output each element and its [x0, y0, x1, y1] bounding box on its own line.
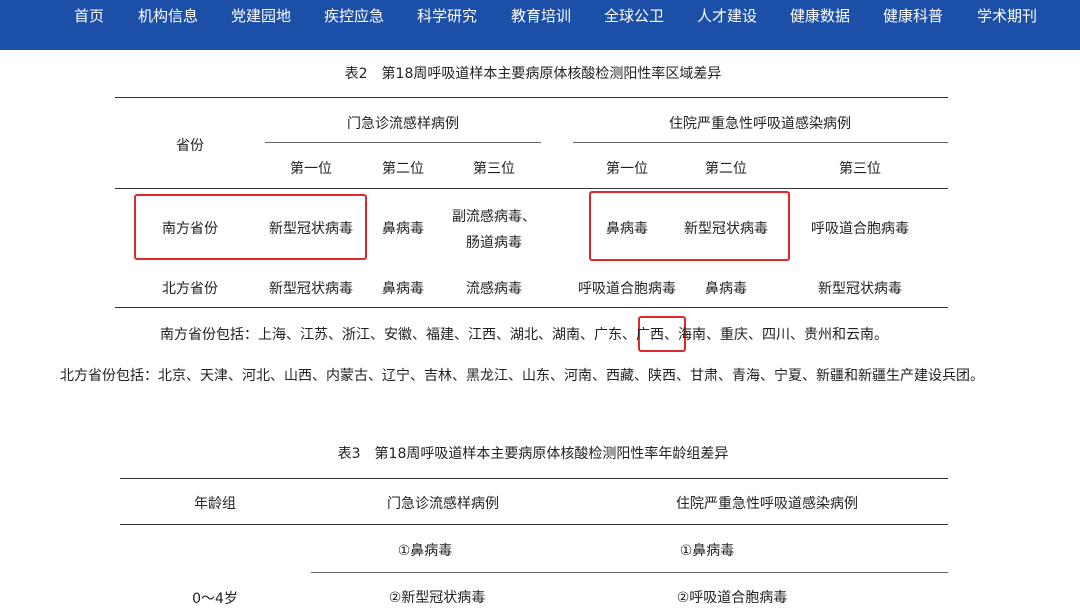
- table3-age-group: 0～4岁: [192, 591, 238, 607]
- table2-row-north-in2: 鼻病毒: [705, 281, 747, 297]
- table2-row-south-out3-line2: 肠道病毒: [466, 235, 522, 251]
- table2-out-rank1: 第一位: [290, 161, 332, 177]
- table3-subrow-rule: [311, 572, 948, 573]
- nav-item-health-science[interactable]: 健康科普: [883, 5, 943, 26]
- nav-item-health-data[interactable]: 健康数据: [790, 5, 850, 26]
- table3-out-row1: ①鼻病毒: [397, 543, 453, 559]
- table3-in-row1: ①鼻病毒: [679, 543, 735, 559]
- table2-header-inpatient: 住院严重急性呼吸道感染病例: [669, 116, 851, 132]
- table2-row-south-out2: 鼻病毒: [382, 221, 424, 237]
- highlight-box-south-inpatient: [589, 191, 790, 261]
- table2-row-north-out1: 新型冠状病毒: [269, 281, 353, 297]
- table2-out-rank2: 第二位: [382, 161, 424, 177]
- table2-in-rank1: 第一位: [606, 161, 648, 177]
- table3-header-age: 年龄组: [194, 496, 236, 512]
- nav-item-party[interactable]: 党建园地: [231, 5, 291, 26]
- nav-item-talent[interactable]: 人才建设: [697, 5, 757, 26]
- table2-top-rule: [115, 97, 948, 98]
- table2-out-rank3: 第三位: [473, 161, 515, 177]
- table2-row-north-in3: 新型冠状病毒: [818, 281, 902, 297]
- table2-header-rule: [115, 188, 948, 189]
- highlight-box-south-outpatient: [134, 194, 367, 260]
- table2-caption: 表2 第18周呼吸道样本主要病原体核酸检测阳性率区域差异: [344, 66, 722, 82]
- table2-row-south-in3: 呼吸道合胞病毒: [811, 221, 909, 237]
- nav-item-global-health[interactable]: 全球公卫: [604, 5, 664, 26]
- table3-header-outpatient: 门急诊流感样病例: [387, 496, 499, 512]
- table2-in-rank2: 第二位: [705, 161, 747, 177]
- table3-in-row2: ②呼吸道合胞病毒: [676, 590, 788, 606]
- nav-item-emergency[interactable]: 疾控应急: [324, 5, 384, 26]
- table2-row-south-out3-line1: 副流感病毒、: [452, 209, 536, 225]
- south-note-suffix: 、海南、重庆、四川、贵州和云南。: [664, 327, 888, 343]
- table2-row-north-region: 北方省份: [162, 281, 218, 297]
- nav-item-journals[interactable]: 学术期刊: [977, 5, 1037, 26]
- table3-top-rule: [120, 478, 948, 479]
- table2-header-outpatient: 门急诊流感样病例: [347, 116, 459, 132]
- table2-row-north-out2: 鼻病毒: [382, 281, 424, 297]
- table3-out-row2: ②新型冠状病毒: [388, 590, 486, 606]
- table2-in-rank3: 第三位: [839, 161, 881, 177]
- nav-item-research[interactable]: 科学研究: [417, 5, 477, 26]
- south-note-highlight: 广西: [636, 327, 664, 343]
- table2-header-province: 省份: [176, 138, 204, 154]
- table3-caption: 表3 第18周呼吸道样本主要病原体核酸检测阳性率年龄组差异: [337, 446, 729, 462]
- table2-inpatient-rule: [573, 142, 948, 143]
- nav-item-home[interactable]: 首页: [74, 5, 104, 26]
- top-nav-bar: 首页 机构信息 党建园地 疾控应急 科学研究 教育培训 全球公卫 人才建设 健康…: [0, 0, 1080, 50]
- table2-north-note: 北方省份包括：北京、天津、河北、山西、内蒙古、辽宁、吉林、黑龙江、山东、河南、西…: [60, 368, 984, 384]
- nav-item-institution[interactable]: 机构信息: [138, 5, 198, 26]
- table2-outpatient-rule: [265, 142, 541, 143]
- table2-south-note: 南方省份包括：上海、江苏、浙江、安徽、福建、江西、湖北、湖南、广东、广西、海南、…: [160, 324, 888, 344]
- table3-header-inpatient: 住院严重急性呼吸道感染病例: [676, 496, 858, 512]
- table2-row-north-out3: 流感病毒: [466, 281, 522, 297]
- table3-header-rule: [120, 524, 948, 525]
- nav-item-training[interactable]: 教育培训: [511, 5, 571, 26]
- south-note-prefix: 南方省份包括：上海、江苏、浙江、安徽、福建、江西、湖北、湖南、广东、: [160, 327, 636, 343]
- table2-bottom-rule: [115, 307, 948, 308]
- table2-row-north-in1: 呼吸道合胞病毒: [578, 281, 676, 297]
